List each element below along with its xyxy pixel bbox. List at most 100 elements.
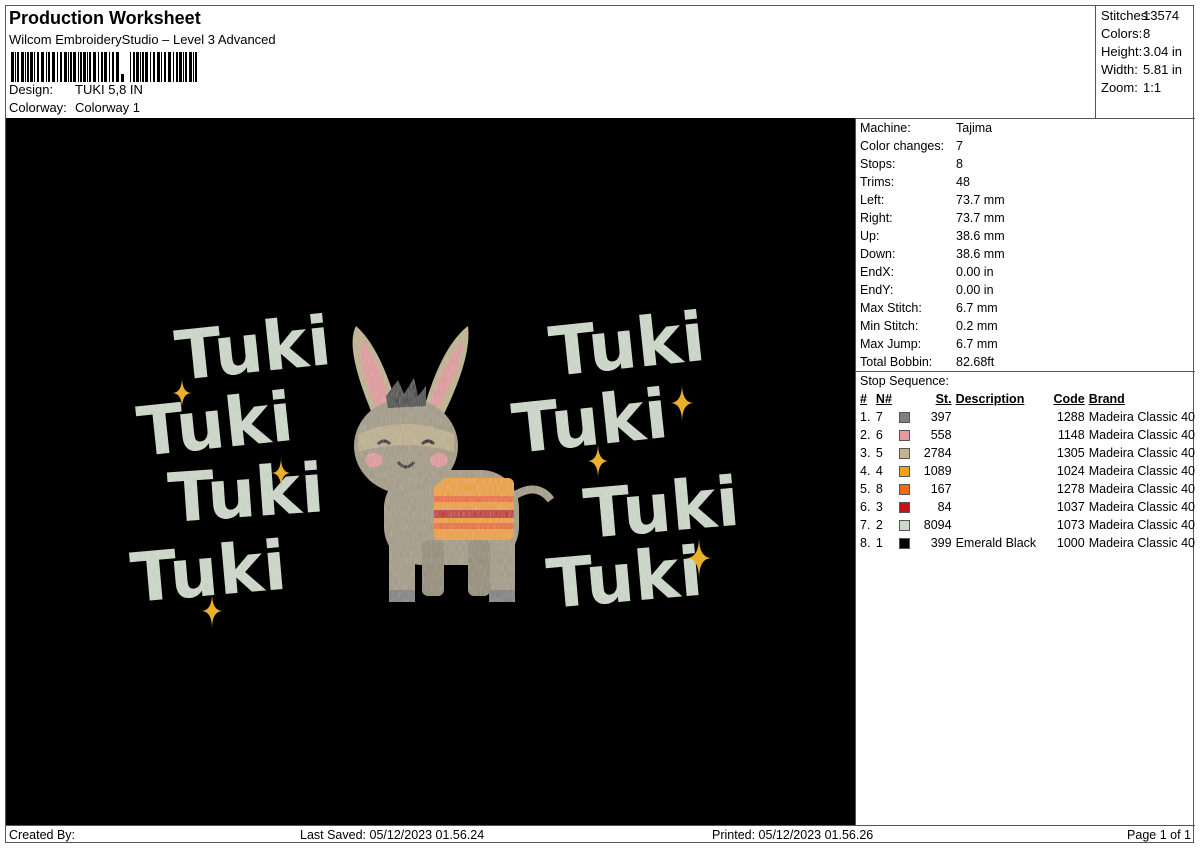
color-swatch	[898, 484, 910, 496]
stat-value: 3.04 in	[1143, 44, 1183, 59]
tuki-text-left-4: Tuki	[128, 527, 290, 619]
thread-brand: Madeira Classic 40	[1088, 482, 1195, 496]
stitch-count: 397	[930, 410, 952, 424]
column-header: Description	[955, 392, 1025, 406]
thread-brand: Madeira Classic 40	[1088, 446, 1195, 460]
created-by: Created By:	[9, 828, 76, 842]
stat-label: Colors:	[1101, 26, 1143, 41]
thread-code: 1288	[1056, 410, 1085, 424]
machine-row: Max Jump: 6.7 mm	[856, 335, 1195, 353]
stop-index: 3.	[860, 446, 871, 460]
stats-panel: Stitches:13574 Colors:8 Height:3.04 in W…	[1095, 6, 1195, 118]
stat-row: Height:3.04 in	[1096, 43, 1195, 61]
color-swatch	[898, 538, 910, 550]
needle-number: 6	[875, 428, 883, 442]
machine-row: Left: 73.7 mm	[856, 191, 1195, 209]
machine-row: EndX: 0.00 in	[856, 263, 1195, 281]
machine-row: Down: 38.6 mm	[856, 245, 1195, 263]
needle-number: 2	[875, 518, 883, 532]
machine-label: Trims:	[860, 175, 895, 189]
machine-label: EndY:	[860, 283, 894, 297]
thread-brand: Madeira Classic 40	[1088, 518, 1195, 532]
machine-label: Right:	[860, 211, 893, 225]
colorway-value: Colorway 1	[75, 100, 141, 115]
stop-index: 5.	[860, 482, 871, 496]
stop-row: 6. 3 84 1037 Madeira Classic 40	[856, 498, 1195, 516]
donkey-mane	[386, 378, 426, 408]
machine-value: 6.7 mm	[956, 337, 998, 351]
stitch-cell: 1089	[896, 462, 952, 480]
stop-index: 4.	[860, 464, 871, 478]
column-header: N#	[875, 392, 892, 406]
design-row: Design: TUKI 5,8 IN	[9, 82, 143, 97]
donkey-cheek	[365, 453, 383, 467]
thread-code: 1024	[1056, 464, 1085, 478]
column-header: Brand	[1088, 392, 1125, 406]
needle-number: 3	[875, 500, 883, 514]
machine-label: Max Stitch:	[860, 301, 922, 315]
stitch-cell: 8094	[896, 516, 952, 534]
column-header: St.	[935, 392, 952, 406]
colorway-row: Colorway: Colorway 1	[9, 100, 140, 115]
machine-value: 73.7 mm	[956, 211, 1005, 225]
thread-brand: Madeira Classic 40	[1088, 428, 1195, 442]
color-description	[952, 498, 1049, 516]
stop-index: 8.	[860, 536, 871, 550]
stat-value: 8	[1143, 26, 1151, 41]
column-header: #	[860, 392, 867, 406]
barcode-image	[11, 52, 197, 82]
machine-value: 0.2 mm	[956, 319, 998, 333]
machine-label: Color changes:	[860, 139, 945, 153]
tuki-text-right-2: Tuki	[509, 375, 672, 470]
donkey-blanket	[434, 478, 514, 540]
stat-value: 13574	[1143, 8, 1180, 23]
stop-row: 4. 4 1089 1024 Madeira Classic 40	[856, 462, 1195, 480]
machine-label: Max Jump:	[860, 337, 922, 351]
machine-row: Machine: Tajima	[856, 119, 1195, 137]
stop-row: 7. 2 8094 1073 Madeira Classic 40	[856, 516, 1195, 534]
design-preview: Tuki Tuki Tuki Tuki Tuki Tuki Tuki Tuki	[6, 118, 855, 825]
thread-brand: Madeira Classic 40	[1088, 464, 1195, 478]
machine-label: Min Stitch:	[860, 319, 919, 333]
machine-label: Machine:	[860, 121, 911, 135]
tuki-text-right-4: Tuki	[544, 533, 706, 625]
design-label: Design:	[9, 82, 54, 97]
worksheet-footer: Created By: Last Saved: 05/12/2023 01.56…	[6, 825, 1195, 844]
machine-value: 7	[956, 139, 963, 153]
stop-index: 7.	[860, 518, 871, 532]
embroidery-design: Tuki Tuki Tuki Tuki Tuki Tuki Tuki Tuki	[128, 298, 743, 629]
machine-value: 48	[956, 175, 970, 189]
stat-label: Zoom:	[1101, 80, 1138, 95]
machine-value: 38.6 mm	[956, 247, 1005, 261]
machine-label: Down:	[860, 247, 896, 261]
stitch-count: 8094	[923, 518, 952, 532]
donkey-hoof	[489, 590, 515, 602]
stat-label: Width:	[1101, 62, 1138, 77]
stitch-count: 2784	[923, 446, 952, 460]
column-header: Code	[1053, 392, 1085, 406]
machine-row: Color changes: 7	[856, 137, 1195, 155]
page-number: Page 1 of 1	[1127, 828, 1191, 842]
needle-number: 8	[875, 482, 883, 496]
color-swatch	[898, 520, 910, 532]
machine-info-panel: Machine: Tajima Color changes: 7 Stops: 8 Trim…	[855, 118, 1195, 825]
stat-value: 5.81 in	[1143, 62, 1183, 77]
color-swatch	[898, 430, 910, 442]
stat-label: Stitches:	[1101, 8, 1151, 23]
machine-row: Stops: 8	[856, 155, 1195, 173]
machine-value: 6.7 mm	[956, 301, 998, 315]
thread-brand: Madeira Classic 40	[1088, 536, 1195, 550]
color-swatch	[898, 466, 910, 478]
color-description: Emerald Black	[955, 536, 1037, 550]
machine-value: 8	[956, 157, 963, 171]
worksheet-header: Production Worksheet Wilcom EmbroiderySt…	[6, 6, 1095, 118]
last-saved: Last Saved: 05/12/2023 01.56.24	[300, 828, 485, 842]
printed-date: Printed: 05/12/2023 01.56.26	[712, 828, 874, 842]
stitch-cell: 558	[896, 426, 952, 444]
thread-brand: Madeira Classic 40	[1088, 500, 1195, 514]
color-swatch	[898, 448, 910, 460]
stitch-cell: 167	[896, 480, 952, 498]
thread-code: 1000	[1056, 536, 1085, 550]
machine-value: 73.7 mm	[956, 193, 1005, 207]
stop-row: 8. 1 399 Emerald Black 1000 Madeira Classic 4…	[856, 534, 1195, 552]
